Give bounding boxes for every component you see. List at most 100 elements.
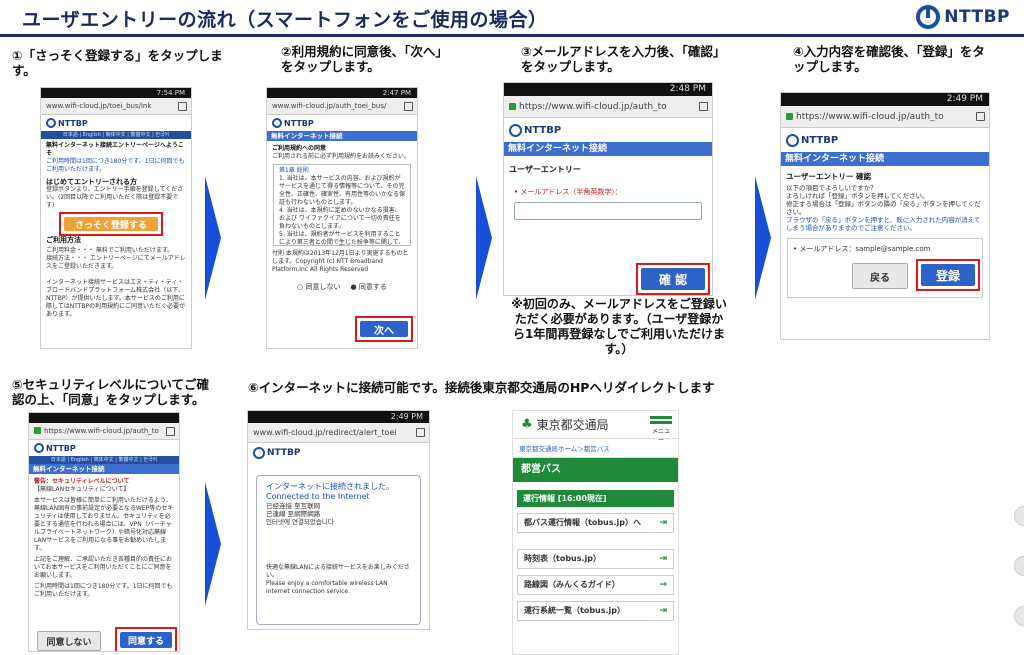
nttbp-logo-icon <box>46 118 56 128</box>
menu-label: メニュー <box>651 428 670 444</box>
connected-en: Connected to the Internet <box>266 492 370 501</box>
address-bar[interactable]: https://www.wifi-cloud.jp/auth_to <box>781 106 989 128</box>
address-bar[interactable]: www.wifi-cloud.jp/auth_toei_bus/ <box>267 98 417 115</box>
nttbp-logo-icon <box>916 5 941 29</box>
external-link-icon: ⇥ <box>659 606 667 616</box>
toei-name: 東京都交通局 <box>536 418 609 432</box>
nttbp-logo-icon <box>786 133 799 147</box>
tabs-icon[interactable] <box>166 427 175 436</box>
agree-radio[interactable]: ● 同意する <box>351 282 387 292</box>
toei-link-row[interactable]: 都バス運行情報（tobus.jp）へ ⇥ <box>517 513 674 533</box>
terms-chapter: 第1章 総則 <box>279 167 309 174</box>
terms-title: ご利用規約への同意 <box>272 145 327 152</box>
step-5-label: ⑤セキュリティレベルについてご確認の上、「同意」をタップします。 <box>12 377 209 407</box>
connected-box: インターネットに接続されました。 Connected to the Intern… <box>256 475 421 625</box>
service-band: 無料インターネット接続 <box>504 142 712 156</box>
disagree-radio[interactable]: ○ 同意しない <box>297 282 340 292</box>
address-bar[interactable]: www.wifi-cloud.jp/redirect/alert_toei <box>248 423 429 443</box>
edge-circle <box>1014 506 1024 526</box>
phone-screen-step5: https://www.wifi-cloud.jp/auth_to NTTBP … <box>28 412 180 652</box>
email-label-text: メールアドレス（半角英数字）： <box>520 188 622 196</box>
flow-arrow-3 <box>755 176 771 300</box>
terms-scroll-box[interactable]: 第1章 総則 1. 当社は、本サービスの内容、および規約がサービスを通じて得る情… <box>273 164 411 246</box>
toei-link-label: 運行系統一覧（tobus.jp） <box>524 606 626 615</box>
nttbp-brand: NTTBP <box>248 443 429 463</box>
toei-link-label: 時刻表（tobus.jp） <box>524 554 602 563</box>
usage-notice: ご利用時間は1回につき180分です。1日に何回でもご利用いただけます。 <box>46 158 185 173</box>
confirm-button[interactable]: 確 認 <box>636 263 710 295</box>
registration-note: ※初回のみ、メールアドレスをご登録いただく必要があります。（ユーザ登録から1年間… <box>511 297 727 356</box>
disagree-button[interactable]: 同意しない <box>37 631 101 651</box>
confirm-label: 確 認 <box>641 268 705 290</box>
toei-link-row[interactable]: 運行系統一覧（tobus.jp） ⇥ <box>517 601 674 621</box>
phone-screen-step3: 2:48 PM https://www.wifi-cloud.jp/auth_t… <box>503 82 713 296</box>
toei-link-row[interactable]: 路線図（みんくるガイド） → <box>517 575 674 595</box>
email-label: • メールアドレス（半角英数字）： <box>514 188 622 196</box>
flow-arrow-1 <box>205 176 221 300</box>
security-body: 本サービスは皆様に簡単にご利用いただけるよう、無線LAN固有の事前設定が必要とな… <box>34 497 174 552</box>
tabs-icon[interactable] <box>976 112 985 121</box>
running-info-title: 運行情報 [16:00現在] <box>517 490 674 507</box>
toei-link-row[interactable]: 時刻表（tobus.jp） ⇥ <box>517 549 674 569</box>
lock-icon <box>786 113 793 120</box>
agree-label: 同意する <box>120 632 172 648</box>
terms-body: 4. 当社は、本規約に定めのないかなる損害、および ワイファクイアについて一切の… <box>279 207 401 230</box>
toei-site-screen: ♣ 東京都交通局 メニュー 東京都交通局ホーム＞都営バス 都営バス 運行情報 [… <box>512 410 679 655</box>
usage-limit: ご利用時間は1回につき180分です。1日に何回でもご利用いただけます。 <box>34 583 173 598</box>
register-now-label: さっそく登録する <box>64 217 158 231</box>
nttbp-logo-icon <box>253 447 265 459</box>
email-input[interactable] <box>514 202 702 220</box>
register-button[interactable]: 登録 <box>916 259 980 291</box>
step-3-label: ③メールアドレスを入力後、「確認」をタップします。 <box>521 44 726 74</box>
address-bar[interactable]: https://www.wifi-cloud.jp/auth_to <box>504 96 712 118</box>
phone-screen-step4: 2:49 PM https://www.wifi-cloud.jp/auth_t… <box>780 92 990 340</box>
header-divider <box>0 34 1024 37</box>
security-warning-title: 警告：セキュリティレベルについて <box>34 478 130 485</box>
confirm-line: 修正する場合は「登録」ボタンの隣の「戻る」ボタンを押してください。 <box>786 200 981 216</box>
nttbp-brand: NTTBP <box>781 128 989 152</box>
language-nav[interactable]: 日本語 | English | 簡体中文 | 繁體中文 | 한국어 <box>41 131 191 139</box>
brand-text: NTTBP <box>58 118 88 128</box>
nttbp-brand: NTTBP <box>29 440 179 456</box>
footer-text: インターネット接続サービスはエヌ・ティ・ティ・ブロードバンドプラットフォーム株式… <box>46 279 186 318</box>
flow-arrow-4 <box>205 482 221 606</box>
confirm-title: ユーザーエントリー 確認 <box>786 172 871 181</box>
menu-button[interactable]: メニュー <box>650 414 672 444</box>
email-row: • メールアドレス：sample@sample.com <box>793 245 931 253</box>
tabs-icon[interactable] <box>416 428 425 437</box>
enjoy-jp: 快適な無線LANによる接続サービスをお楽しみください。 <box>266 564 410 579</box>
welcome-heading: 無料インターネット接続エントリーページへようこそ <box>46 142 184 157</box>
tabs-icon[interactable] <box>404 102 413 111</box>
tabs-icon[interactable] <box>178 102 187 111</box>
page-title: ユーザエントリーの流れ（スマートフォンをご使用の場合） <box>22 9 548 31</box>
address-bar[interactable]: www.wifi-cloud.jp/toei_bus/ink <box>41 98 191 115</box>
status-bar: 2:47 PM <box>267 88 417 98</box>
terms-body: 1. 当社は、本サービスの内容、および規約がサービスを通じて得る情報等について、… <box>279 175 406 206</box>
brand-text: NTTBP <box>801 134 839 146</box>
step-1-label: ①「さっそく登録する」をタップします。 <box>12 48 223 78</box>
service-band: 無料インターネット接続 <box>781 152 989 166</box>
toei-logo-icon: ♣ <box>521 417 533 432</box>
step-4-label: ④入力内容を確認後、「登録」をタップします。 <box>793 44 985 74</box>
connected-lang: 인터넷에 연결되었습니다 <box>266 518 334 526</box>
nttbp-logo-icon <box>272 118 282 128</box>
next-button[interactable]: 次へ <box>355 316 413 342</box>
url-text: https://www.wifi-cloud.jp/auth_to <box>44 427 159 435</box>
tabs-icon[interactable] <box>699 102 708 111</box>
status-bar: 2:49 PM <box>248 411 429 423</box>
nttbp-logo-icon <box>509 123 522 137</box>
status-bar: 2:49 PM <box>781 93 989 106</box>
security-body: 上記をご理解、ご承認いただき各種目的の責任においてお本サービスをご利用いただくこ… <box>34 556 173 579</box>
connected-lang: 已经连接 至互联网 <box>266 502 321 510</box>
register-now-button[interactable]: さっそく登録する <box>59 212 163 236</box>
brand-text: NTTBP <box>524 124 562 136</box>
back-button[interactable]: 戻る <box>852 263 908 289</box>
language-nav[interactable]: 日本語 | English | 简体中文 | 繁體中文 | 한국어 <box>29 456 179 464</box>
status-bar: 2:48 PM <box>504 83 712 96</box>
address-bar[interactable]: https://www.wifi-cloud.jp/auth_to <box>29 423 179 440</box>
agree-button[interactable]: 同意する <box>115 627 177 651</box>
status-bar: 7:54 PM <box>41 88 191 98</box>
arrow-right-icon: → <box>659 580 667 590</box>
nttbp-logo-icon <box>34 443 44 453</box>
phone-screen-step1: 7:54 PM www.wifi-cloud.jp/toei_bus/ink N… <box>40 87 192 349</box>
